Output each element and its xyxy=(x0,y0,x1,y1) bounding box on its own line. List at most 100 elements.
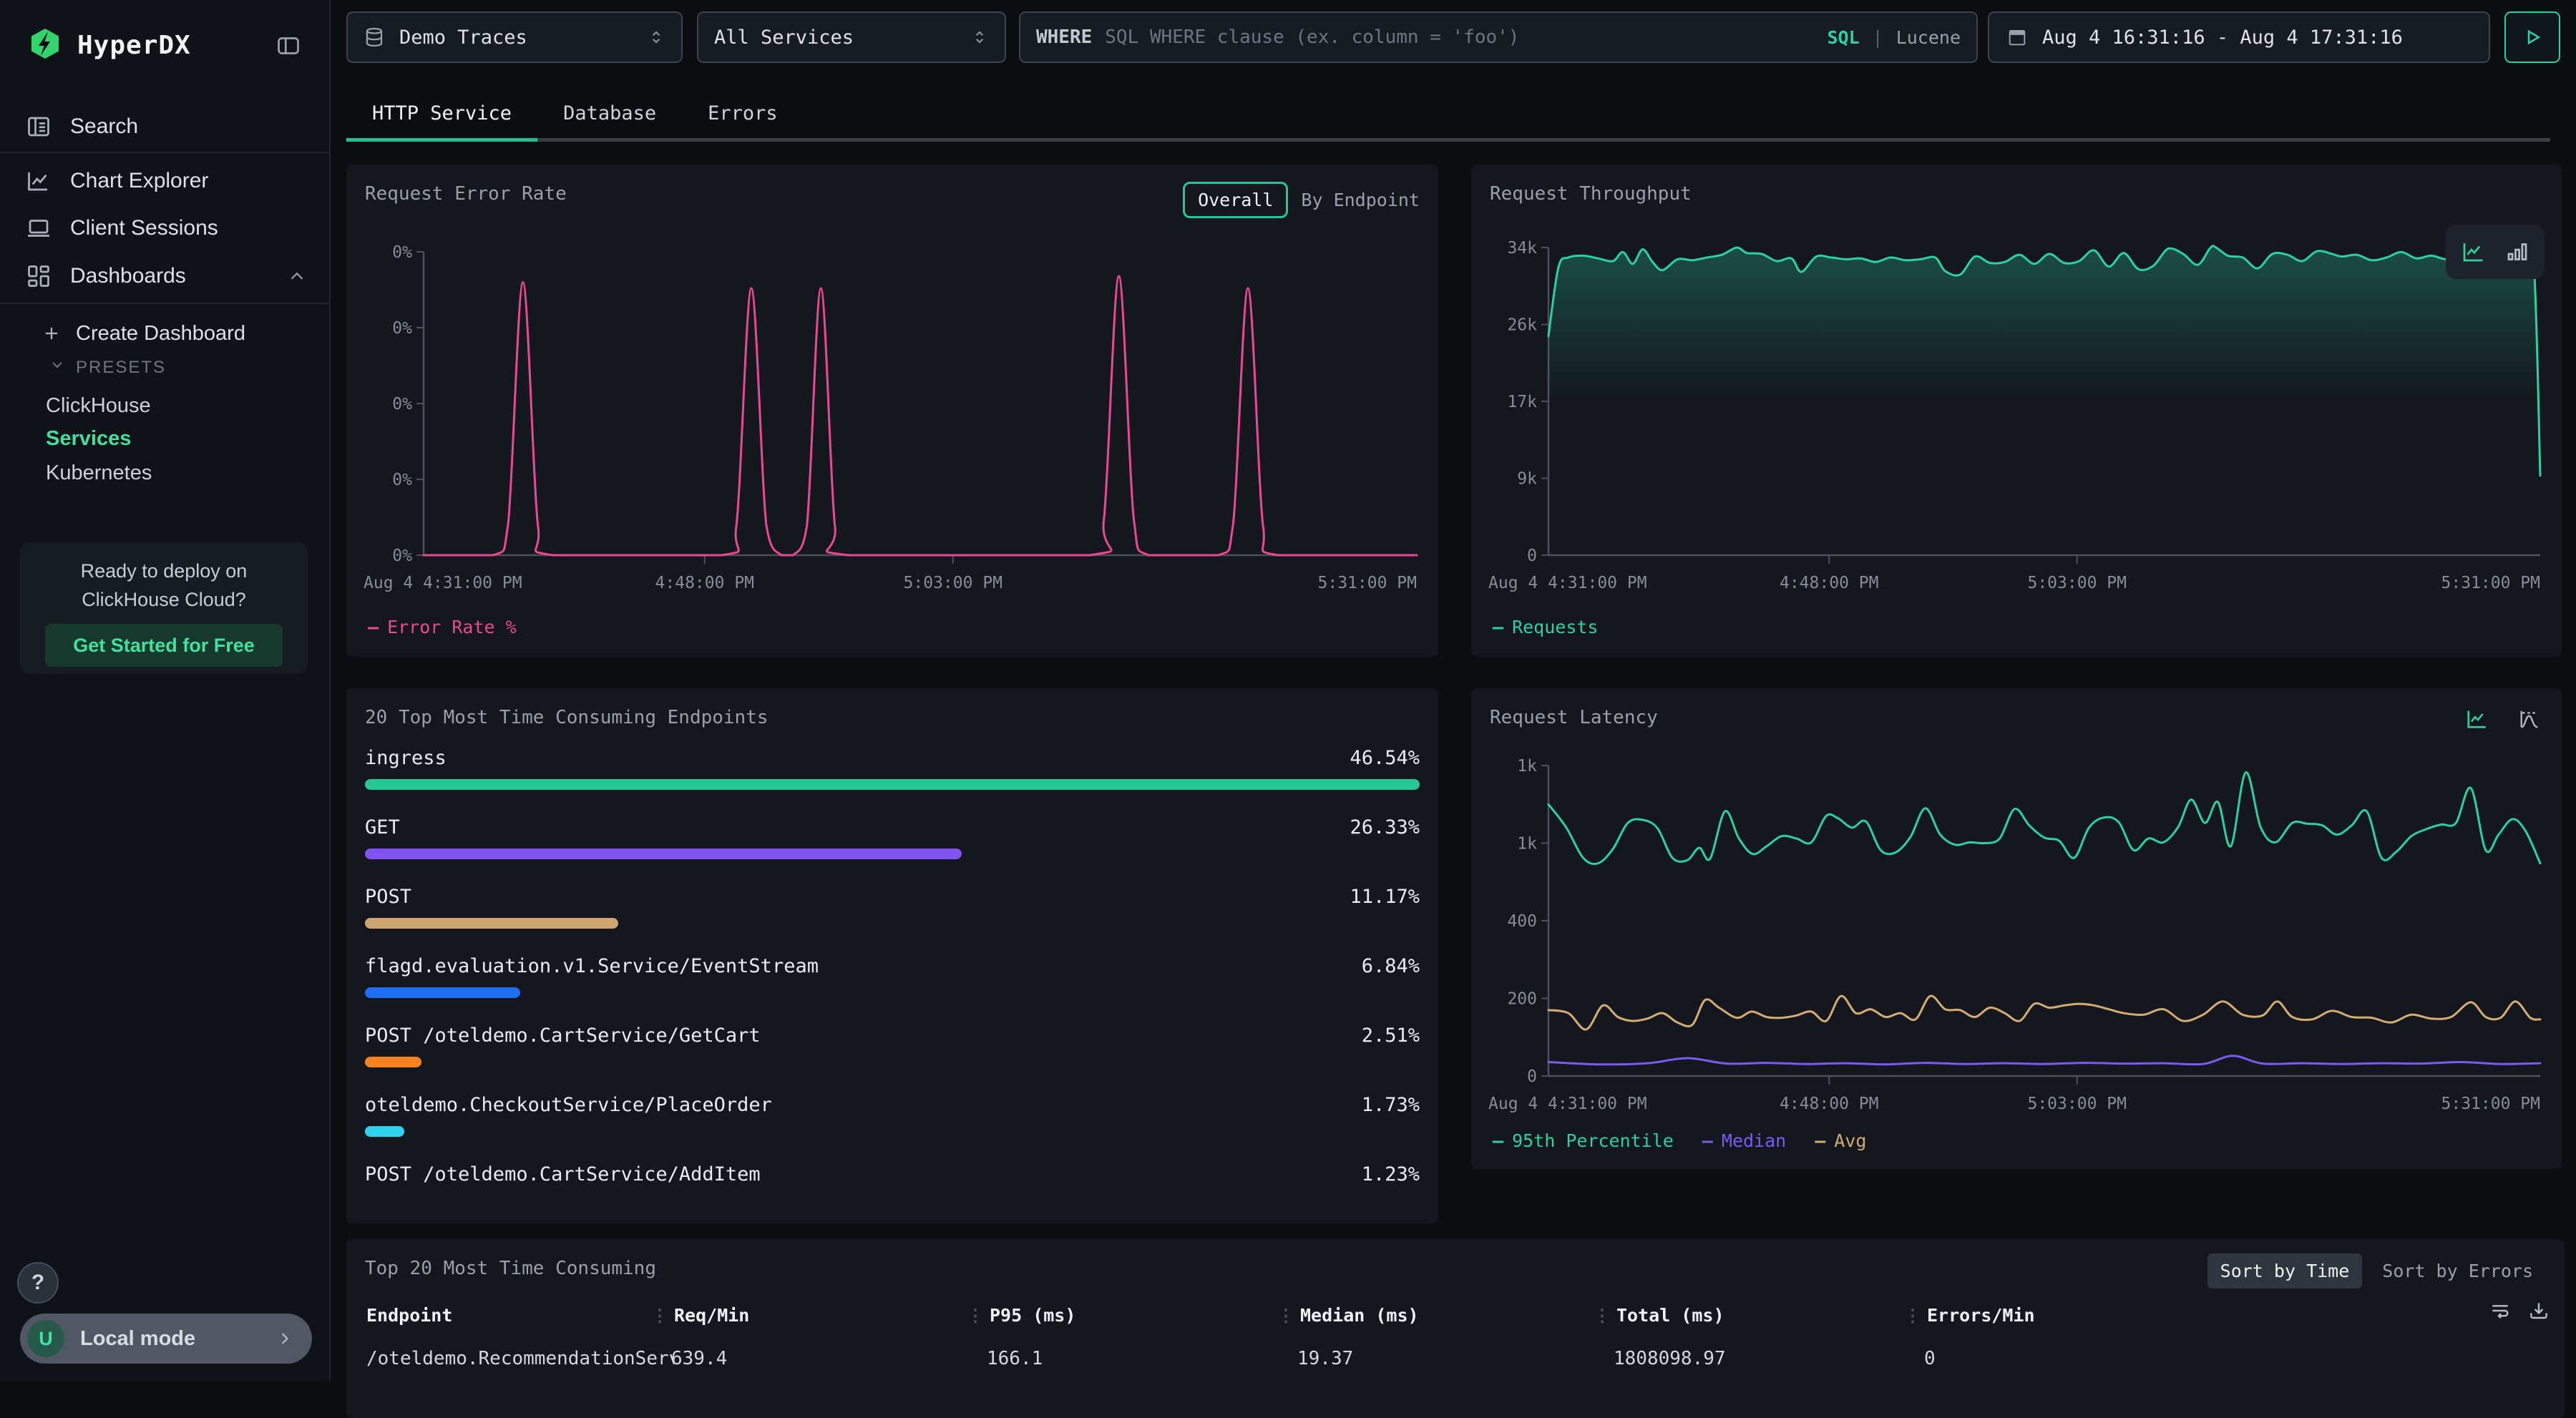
run-query-button[interactable] xyxy=(2504,11,2560,63)
svg-text:5:03:00 PM: 5:03:00 PM xyxy=(904,574,1002,592)
legend-item: —95th Percentile xyxy=(1493,1130,1674,1151)
search-icon xyxy=(26,114,52,140)
svg-text:34k: 34k xyxy=(1507,239,1537,258)
language-toggle-divider: | xyxy=(1873,27,1883,48)
drag-handle-icon[interactable]: ⋮ xyxy=(967,1306,982,1326)
sidebar-divider xyxy=(0,303,331,304)
endpoint-list-item[interactable]: flagd.evaluation.v1.Service/EventStream 6… xyxy=(365,942,1420,1012)
endpoint-list-item[interactable]: ingress 46.54% xyxy=(365,734,1420,803)
endpoint-bar xyxy=(365,918,618,929)
user-menu[interactable]: U Local mode xyxy=(20,1314,312,1364)
column-header-p95[interactable]: ⋮P95 (ms) xyxy=(967,1305,1075,1326)
endpoint-bar xyxy=(365,987,520,998)
sidebar-preset-kubernetes[interactable]: Kubernetes xyxy=(46,461,152,485)
line-chart-icon[interactable] xyxy=(2460,239,2486,265)
svg-text:9k: 9k xyxy=(1517,470,1537,489)
error-rate-chart[interactable]: 0%0%0%0%0%Aug 4 4:31:00 PM4:48:00 PM5:03… xyxy=(362,240,1423,597)
where-input[interactable] xyxy=(1105,26,1814,48)
collapse-sidebar-icon[interactable] xyxy=(273,33,303,62)
endpoint-percent-value: 11.17% xyxy=(1350,886,1420,908)
drag-handle-icon[interactable]: ⋮ xyxy=(1277,1306,1293,1326)
time-range-picker[interactable]: Aug 4 16:31:16 - Aug 4 17:31:16 xyxy=(1988,11,2490,63)
drag-handle-icon[interactable]: ⋮ xyxy=(651,1306,667,1326)
drag-handle-icon[interactable]: ⋮ xyxy=(1594,1306,1609,1326)
svg-text:5:03:00 PM: 5:03:00 PM xyxy=(2027,574,2126,592)
service-select-value: All Services xyxy=(714,26,854,49)
svg-text:26k: 26k xyxy=(1507,316,1537,335)
wrap-text-icon[interactable] xyxy=(2489,1299,2512,1325)
latency-chart[interactable]: 1k1k4002000Aug 4 4:31:00 PM4:48:00 PM5:0… xyxy=(1487,754,2546,1118)
column-header-total[interactable]: ⋮Total (ms) xyxy=(1594,1305,1724,1326)
tab-database[interactable]: Database xyxy=(537,84,682,142)
sort-by-errors-button[interactable]: Sort by Errors xyxy=(2369,1253,2546,1289)
tab-http-service[interactable]: HTTP Service xyxy=(346,84,537,142)
tab-errors[interactable]: Errors xyxy=(682,84,804,142)
endpoint-label: ingress xyxy=(365,747,447,769)
database-icon xyxy=(364,26,385,49)
endpoint-label: oteldemo.CheckoutService/PlaceOrder xyxy=(365,1094,772,1116)
create-dashboard-button[interactable]: Create Dashboard xyxy=(0,311,329,356)
svg-text:200: 200 xyxy=(1507,990,1537,1009)
histogram-icon[interactable] xyxy=(2517,707,2542,731)
endpoint-label: flagd.evaluation.v1.Service/EventStream xyxy=(365,955,819,977)
chevron-up-icon[interactable] xyxy=(286,265,308,287)
sort-by-time-button[interactable]: Sort by Time xyxy=(2207,1253,2363,1289)
chart-legend: —Requests xyxy=(1493,617,1598,637)
endpoint-percent-value: 6.84% xyxy=(1362,955,1420,977)
hyperdx-logo-icon xyxy=(29,27,62,64)
bar-chart-icon[interactable] xyxy=(2504,239,2530,265)
column-header-reqmin[interactable]: ⋮Req/Min xyxy=(651,1305,749,1326)
presets-toggle[interactable]: PRESETS xyxy=(49,356,166,378)
endpoint-percent-value: 2.51% xyxy=(1362,1025,1420,1047)
panel-title: Request Latency xyxy=(1490,707,1658,728)
svg-text:Aug 4 4:31:00 PM: Aug 4 4:31:00 PM xyxy=(364,574,522,592)
svg-text:1k: 1k xyxy=(1517,835,1537,854)
main-area: Demo Traces All Services WHERE SQL | Luc… xyxy=(331,0,2576,1381)
request-throughput-panel: Request Throughput 34k26k17k9k0Aug 4 4:3… xyxy=(1471,165,2562,657)
sidebar-preset-clickhouse[interactable]: ClickHouse xyxy=(46,394,151,418)
line-chart-icon[interactable] xyxy=(2464,707,2489,731)
drag-handle-icon[interactable]: ⋮ xyxy=(1904,1306,1920,1326)
service-select[interactable]: All Services xyxy=(697,11,1006,63)
lucene-language-toggle[interactable]: Lucene xyxy=(1896,27,1961,48)
column-header-median[interactable]: ⋮Median (ms) xyxy=(1277,1305,1419,1326)
endpoint-list-item[interactable]: POST11.17% xyxy=(365,873,1420,942)
source-select[interactable]: Demo Traces xyxy=(346,11,683,63)
column-header-endpoint[interactable]: Endpoint xyxy=(366,1305,452,1326)
legend-item: —Requests xyxy=(1493,617,1598,637)
legend-item: —Avg xyxy=(1815,1130,1866,1151)
by-endpoint-toggle[interactable]: By Endpoint xyxy=(1301,190,1420,210)
sidebar-item-search[interactable]: Search xyxy=(0,104,329,150)
sidebar-item-chart-explorer[interactable]: Chart Explorer xyxy=(0,158,329,204)
help-button[interactable]: ? xyxy=(17,1262,59,1304)
where-keyword-label: WHERE xyxy=(1036,26,1092,48)
select-chevrons-icon xyxy=(647,26,665,48)
get-started-button[interactable]: Get Started for Free xyxy=(45,624,283,667)
sidebar-preset-services[interactable]: Services xyxy=(46,427,131,451)
column-header-errorsmin[interactable]: ⋮Errors/Min xyxy=(1904,1305,2035,1326)
chart-type-toolbox xyxy=(2446,225,2545,279)
svg-text:5:31:00 PM: 5:31:00 PM xyxy=(2441,574,2540,592)
legend-item: —Median xyxy=(1702,1130,1786,1151)
endpoint-percent-value: 46.54% xyxy=(1350,747,1420,769)
chart-explorer-icon xyxy=(26,168,52,194)
table-cell-p95: 166.1 xyxy=(987,1348,1043,1369)
sql-language-toggle[interactable]: SQL xyxy=(1827,27,1859,48)
endpoint-list-item[interactable]: POST /oteldemo.CartService/AddItem1.23% xyxy=(365,1150,1420,1220)
overall-toggle-button[interactable]: Overall xyxy=(1183,182,1288,218)
svg-text:5:31:00 PM: 5:31:00 PM xyxy=(1318,574,1417,592)
chart-legend: —Error Rate % xyxy=(368,617,517,637)
endpoint-list-item[interactable]: oteldemo.CheckoutService/PlaceOrder1.73% xyxy=(365,1081,1420,1150)
throughput-chart[interactable]: 34k26k17k9k0Aug 4 4:31:00 PM4:48:00 PM5:… xyxy=(1487,236,2546,597)
download-icon[interactable] xyxy=(2527,1299,2550,1325)
svg-text:0%: 0% xyxy=(392,243,412,262)
dashboards-icon xyxy=(26,263,52,289)
table-cell-endpoint[interactable]: /oteldemo.RecommendationServ xyxy=(366,1348,674,1369)
sidebar-item-dashboards[interactable]: Dashboards xyxy=(0,253,329,299)
brand: HyperDX xyxy=(29,27,191,64)
panel-title: 20 Top Most Time Consuming Endpoints xyxy=(365,707,769,728)
table-cell-total: 1808098.97 xyxy=(1614,1348,1726,1369)
sidebar-item-client-sessions[interactable]: Client Sessions xyxy=(0,205,329,251)
endpoint-list-item[interactable]: GET26.33% xyxy=(365,803,1420,873)
endpoint-list-item[interactable]: POST /oteldemo.CartService/GetCart2.51% xyxy=(365,1012,1420,1081)
